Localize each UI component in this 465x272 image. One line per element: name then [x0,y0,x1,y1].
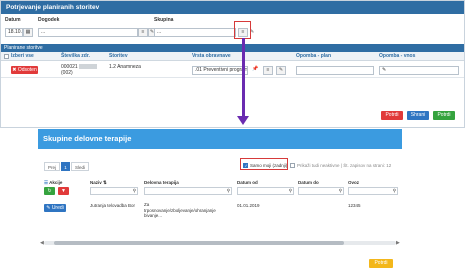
terapija-line-3: bivanje... [144,213,163,218]
potrdi-green-button[interactable]: Potrdi [433,111,455,120]
redacted-block [78,64,97,70]
stevilka-sub: (002) [61,70,73,76]
col-izberi: Izberi vse [11,53,34,59]
search-icon[interactable]: ⚲ [227,188,230,194]
arrow-line [242,38,245,118]
naziv-label: Naziv [90,180,102,185]
scroll-left-icon[interactable]: ◀ [40,240,44,246]
status-label: Odsoten [17,67,37,73]
refresh-icon[interactable]: ↻ [44,187,55,195]
pager-page[interactable]: 1 [61,162,70,171]
dogodek-label: Dogodek [38,17,60,23]
filter-icon[interactable]: ▼ [58,187,69,195]
datum-od-filter[interactable]: ⚲ [237,187,294,195]
pin-icon[interactable]: 📌 [252,66,258,72]
pager-next[interactable]: Sledi [71,162,89,171]
col-delovna-terapija: Delovna terapija [144,180,179,185]
akcije-label: Akcije [49,180,63,185]
datum-od-cell: 01.01.2019 [237,203,260,208]
opomba-vnos-field[interactable]: ✎ [379,66,459,75]
opomba-plan-field[interactable] [296,66,374,75]
prikazi-vse-label: Prikaži tudi neaktivne | Št. zapisov na … [297,163,392,168]
calendar-icon[interactable]: ▦ [23,28,33,37]
terapija-cell: Za trposnovanje/zboljevanje/ohranjanje b… [144,202,216,219]
skupina-field[interactable]: ... [154,28,236,37]
col-vrsta: Vrsta obravnave [192,53,231,59]
col-opomba-vnos: Opomba - vnos [379,53,416,59]
datum-do-filter[interactable]: ⚲ [298,187,344,195]
list-icon[interactable]: ≡ [138,28,148,37]
horizontal-scrollbar[interactable] [44,241,396,245]
pager-prev[interactable]: Prej [44,162,60,171]
potrdi-red-button[interactable]: Potrdi [381,111,403,120]
scrollbar-thumb[interactable] [54,241,344,245]
terapija-filter[interactable]: ⚲ [144,187,232,195]
vrsta-field[interactable]: .01 Preventivni program [192,66,248,75]
col-akcije: ☰ Akcije [44,180,62,186]
skupina-label: Skupina [154,17,174,23]
highlight-box [234,21,251,39]
potrjevanje-window: Potrjevanje planiranih storitev Datum Do… [0,0,465,128]
arrow-head-icon [237,116,249,125]
col-opomba-plan: Opomba - plan [296,53,331,59]
col-naziv[interactable]: Naziv ⇅ [90,180,107,186]
col-storitev: Storitev [109,53,128,59]
naziv-cell: Jutranja telovadba Bor [90,203,136,208]
uredi-button[interactable]: ✎ Uredi [44,204,66,212]
shrani-button[interactable]: Shrani [407,111,429,120]
prikazi-vse-checkbox[interactable] [290,163,295,168]
potrdi-button[interactable]: Potrdi [369,259,393,268]
datum-field[interactable]: 18.10. [5,28,23,37]
col-stevilka: Številka zdr. [61,53,90,59]
divider [1,77,464,78]
section-header: Planirane storitve [1,44,464,52]
storitev-cell: 1.2 Anamneza [109,64,141,70]
col-datum-do: Datum do [298,180,319,185]
sort-icon: ⇅ [103,180,107,185]
select-all-checkbox[interactable] [4,54,9,59]
ovoz-cell: 12345 [348,203,361,208]
datum-label: Datum [5,17,21,23]
skupine-window: Skupine delovne terapije Prej 1 Sledi Sa… [38,129,402,272]
status-badge[interactable]: ✖ Odsoten [11,66,38,74]
search-icon[interactable]: ⚲ [339,188,342,194]
stevilka-cell: 000021 (002) [61,64,97,76]
uredi-label: Uredi [51,205,64,211]
ovoz-filter[interactable]: ⚲ [348,187,398,195]
search-icon[interactable]: ⚲ [133,188,136,194]
skupina-edit-icon[interactable]: ✎ [250,28,258,37]
opomba-edit-icon: ✎ [382,67,387,73]
row-edit-icon[interactable]: ✎ [276,66,286,75]
dogodek-field[interactable]: ... [38,28,138,37]
search-icon[interactable]: ⚲ [393,188,396,194]
naziv-filter[interactable]: ⚲ [90,187,138,195]
col-datum-od: Datum od [237,180,258,185]
scroll-right-icon[interactable]: ▶ [396,240,400,246]
window-title: Potrjevanje planiranih storitev [1,1,464,14]
highlight-box [240,158,288,170]
search-icon[interactable]: ⚲ [289,188,292,194]
col-ovoz: Ovoz [348,180,360,185]
row-list-icon[interactable]: ≡ [263,66,273,75]
menu-icon: ☰ [44,180,49,185]
window-title: Skupine delovne terapije [38,129,402,149]
